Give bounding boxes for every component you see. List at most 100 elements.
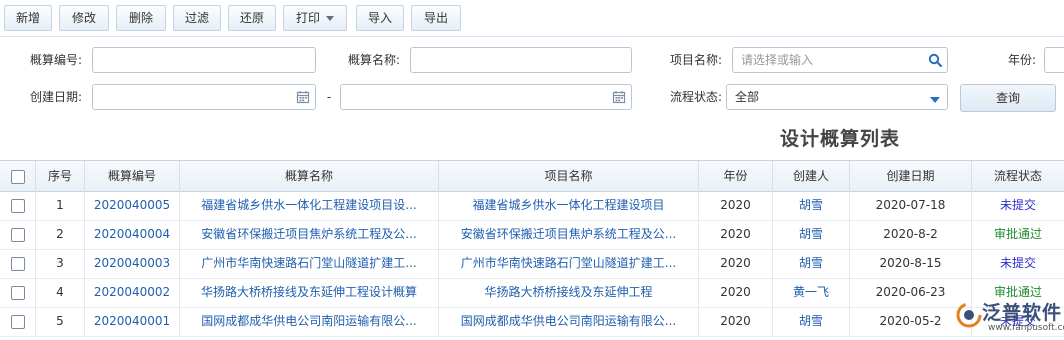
creator-cell[interactable]: 黄一飞 — [773, 278, 850, 307]
year-cell: 2020 — [699, 278, 773, 307]
seq-cell: 4 — [36, 278, 85, 307]
calendar-icon[interactable] — [296, 90, 310, 104]
code-cell[interactable]: 2020040002 — [85, 278, 180, 307]
status-cell: 未提交 — [999, 256, 1036, 270]
year-cell: 2020 — [699, 191, 773, 220]
creator-cell[interactable]: 胡雪 — [773, 220, 850, 249]
brand-logo-icon — [956, 302, 982, 328]
select-cell — [0, 307, 36, 336]
header-date[interactable]: 创建日期 — [850, 161, 972, 191]
year-cell: 2020 — [699, 220, 773, 249]
project-cell[interactable]: 福建省城乡供水一体化工程建设项目 — [439, 191, 699, 220]
status-label: 流程状态: — [669, 90, 722, 104]
status-select[interactable]: 全部 — [726, 84, 948, 110]
restore-button[interactable]: 还原 — [228, 5, 276, 31]
select-cell — [0, 191, 36, 220]
seq-cell: 3 — [36, 249, 85, 278]
toolbar: 新增 修改 删除 过滤 还原 打印 导入 导出 — [0, 0, 1064, 36]
brand-watermark: 泛普软件 www.fanpusoft.com — [948, 296, 1064, 340]
project-cell[interactable]: 国网成都成华供电公司南阳运输有限公... — [439, 307, 699, 336]
header-select-cell — [0, 161, 36, 191]
brand-url: www.fanpusoft.com — [988, 323, 1064, 333]
row-checkbox[interactable] — [10, 285, 25, 300]
list-title: 设计概算列表 — [780, 128, 901, 150]
year-cell: 2020 — [699, 249, 773, 278]
created-date-end-input[interactable] — [340, 84, 632, 110]
header-year[interactable]: 年份 — [699, 161, 773, 191]
name-cell[interactable]: 国网成都成华供电公司南阳运输有限公... — [180, 307, 439, 336]
seq-cell: 2 — [36, 220, 85, 249]
project-cell[interactable]: 广州市华南快速路石门堂山隧道扩建工... — [439, 249, 699, 278]
name-cell[interactable]: 福建省城乡供水一体化工程建设项目设... — [180, 191, 439, 220]
code-cell[interactable]: 2020040001 — [85, 307, 180, 336]
name-cell[interactable]: 华扬路大桥桥接线及东延伸工程设计概算 — [180, 278, 439, 307]
name-cell[interactable]: 安徽省环保搬迁项目焦炉系统工程及公... — [180, 220, 439, 249]
export-button[interactable]: 导出 — [411, 5, 461, 31]
table-row[interactable]: 3 2020040003 广州市华南快速路石门堂山隧道扩建工... 广州市华南快速路石… — [0, 249, 1064, 279]
search-icon[interactable] — [928, 53, 942, 67]
year-input[interactable] — [1044, 47, 1064, 73]
import-button[interactable]: 导入 — [356, 5, 404, 31]
select-cell — [0, 220, 36, 249]
header-name[interactable]: 概算名称 — [180, 161, 439, 191]
row-checkbox[interactable] — [10, 314, 25, 329]
code-cell[interactable]: 2020040003 — [85, 249, 180, 278]
estimate-name-label: 概算名称: — [347, 53, 400, 67]
name-cell[interactable]: 广州市华南快速路石门堂山隧道扩建工... — [180, 249, 439, 278]
caret-down-icon — [326, 16, 334, 21]
delete-button[interactable]: 删除 — [116, 5, 166, 31]
year-label: 年份: — [1007, 53, 1036, 67]
table-header-row: 序号 概算编号 概算名称 项目名称 年份 创建人 创建日期 流程状态 — [0, 161, 1064, 192]
row-checkbox[interactable] — [10, 198, 25, 213]
header-creator[interactable]: 创建人 — [773, 161, 850, 191]
creator-cell[interactable]: 胡雪 — [773, 307, 850, 336]
select-cell — [0, 249, 36, 278]
edit-button[interactable]: 修改 — [59, 5, 109, 31]
print-button[interactable]: 打印 — [283, 5, 347, 31]
table-row[interactable]: 4 2020040002 华扬路大桥桥接线及东延伸工程设计概算 华扬路大桥桥接线及东延… — [0, 278, 1064, 308]
estimate-no-label: 概算编号: — [29, 53, 82, 67]
dropdown-arrow-icon[interactable] — [928, 93, 942, 107]
year-cell: 2020 — [699, 307, 773, 336]
project-cell[interactable]: 华扬路大桥桥接线及东延伸工程 — [439, 278, 699, 307]
estimate-name-input[interactable] — [410, 47, 632, 73]
estimate-no-input[interactable] — [92, 47, 316, 73]
toolbar-divider — [0, 36, 1064, 37]
header-status[interactable]: 流程状态 — [972, 161, 1064, 191]
date-cell: 2020-8-15 — [850, 249, 972, 278]
table-row[interactable]: 5 2020040001 国网成都成华供电公司南阳运输有限公... 国网成都成华供电公… — [0, 307, 1064, 337]
seq-cell: 1 — [36, 191, 85, 220]
brand-name: 泛普软件 — [982, 302, 1063, 324]
table-row[interactable]: 1 2020040005 福建省城乡供水一体化工程建设项目设... 福建省城乡供水一体… — [0, 191, 1064, 221]
header-project[interactable]: 项目名称 — [439, 161, 699, 191]
code-cell[interactable]: 2020040005 — [85, 191, 180, 220]
estimate-table: 序号 概算编号 概算名称 项目名称 年份 创建人 创建日期 流程状态 1 2020… — [0, 160, 1064, 337]
table-row[interactable]: 2 2020040004 安徽省环保搬迁项目焦炉系统工程及公... 安徽省环保搬迁项目… — [0, 220, 1064, 250]
add-button[interactable]: 新增 — [4, 5, 52, 31]
date-cell: 2020-8-2 — [850, 220, 972, 249]
project-name-placeholder: 请选择或输入 — [741, 53, 814, 67]
created-date-start-input[interactable] — [92, 84, 316, 110]
query-button[interactable]: 查询 — [960, 84, 1056, 112]
select-all-checkbox[interactable] — [10, 169, 25, 184]
print-label: 打印 — [295, 11, 320, 25]
filter-button[interactable]: 过滤 — [173, 5, 221, 31]
creator-cell[interactable]: 胡雪 — [773, 249, 850, 278]
project-name-label: 项目名称: — [669, 53, 722, 67]
header-code[interactable]: 概算编号 — [85, 161, 180, 191]
date-range-separator: - — [326, 90, 332, 104]
project-name-input[interactable]: 请选择或输入 — [732, 47, 948, 73]
creator-cell[interactable]: 胡雪 — [773, 191, 850, 220]
calendar-icon[interactable] — [612, 90, 626, 104]
select-cell — [0, 278, 36, 307]
header-seq: 序号 — [36, 161, 85, 191]
status-cell: 未提交 — [999, 198, 1036, 212]
row-checkbox[interactable] — [10, 256, 25, 271]
project-cell[interactable]: 安徽省环保搬迁项目焦炉系统工程及公... — [439, 220, 699, 249]
status-cell: 审批通过 — [993, 227, 1042, 241]
seq-cell: 5 — [36, 307, 85, 336]
created-date-label: 创建日期: — [29, 90, 82, 104]
code-cell[interactable]: 2020040004 — [85, 220, 180, 249]
status-select-value: 全部 — [735, 90, 760, 104]
row-checkbox[interactable] — [10, 227, 25, 242]
